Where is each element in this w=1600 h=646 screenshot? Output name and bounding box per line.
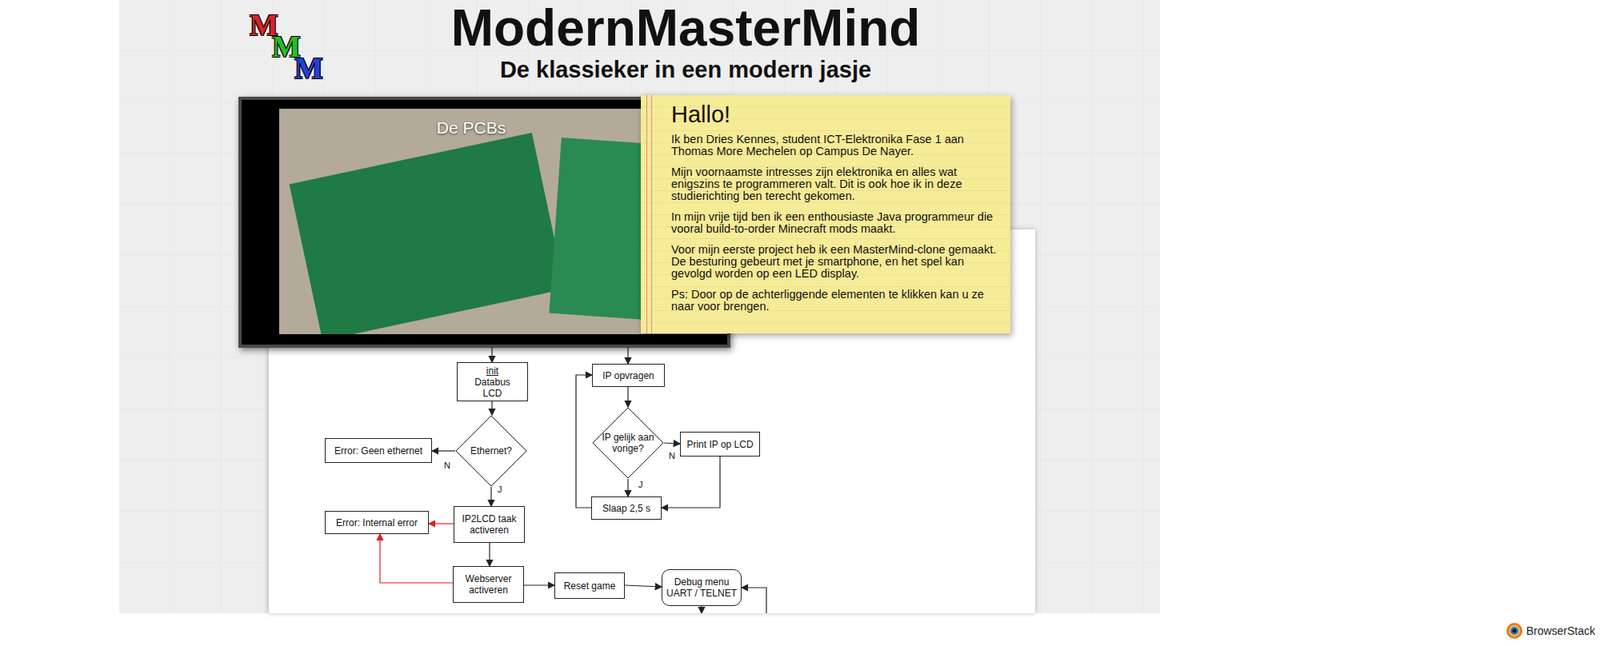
node-text: vorige?	[612, 443, 644, 455]
node-text: Ethernet?	[470, 445, 512, 457]
process-node: Webserveractiveren	[452, 566, 524, 604]
node-text: Error: Internal error	[336, 517, 418, 529]
node-text: IP2LCD taak	[461, 513, 516, 525]
branch-label: N	[668, 452, 676, 461]
node-text: activeren	[469, 524, 509, 536]
site-subtitle: De klassieker in een modern jasje	[500, 56, 872, 84]
node-text: Databus	[474, 376, 511, 388]
node-text: Webserver	[465, 573, 512, 585]
photo-caption: De PCBs	[436, 115, 506, 141]
process-node: initDatabusLCD	[456, 362, 528, 402]
node-text: Reset game	[564, 580, 616, 592]
branch-label: J	[497, 485, 503, 495]
browserstack-text: BrowserStack	[1526, 623, 1596, 640]
note-paragraph: Ps: Door op de achterliggende elementen …	[671, 288, 1000, 313]
process-node: Error: Geen ethernet	[324, 438, 432, 464]
page: MMM ModernMasterMindDe klassieker in een …	[0, 0, 1600, 646]
note-title: Hallo!	[671, 100, 1000, 129]
process-node: IP2LCD taakactiveren	[453, 506, 525, 544]
node-text: IP gelijk aan	[601, 432, 654, 444]
node-text: LCD	[482, 388, 502, 400]
note-paragraph: In mijn vrije tijd ben ik een enthousias…	[671, 211, 1000, 236]
browserstack-badge: BrowserStack	[1505, 622, 1596, 640]
logo-letter: M	[294, 52, 324, 84]
node-text: activeren	[468, 584, 508, 596]
process-node: IP opvragen	[592, 364, 665, 388]
branch-label: J	[638, 480, 644, 490]
node-text: UART / TELNET	[666, 588, 737, 600]
logo: MMM	[249, 9, 330, 90]
node-text: IP opvragen	[602, 370, 655, 382]
margin-line	[646, 95, 648, 334]
process-node: Error: Internal error	[324, 511, 429, 535]
node-text: init	[486, 365, 499, 377]
site-title: ModernMasterMind	[451, 0, 921, 56]
note-paragraph: Ik ben Dries Kennes, student ICT-Elektro…	[671, 133, 1000, 158]
schematic-background: MMM ModernMasterMindDe klassieker in een …	[119, 0, 1160, 614]
caption-row: De PCBs	[279, 115, 664, 141]
header: ModernMasterMindDe klassieker in een mod…	[405, 0, 966, 84]
intro-note[interactable]: Hallo! Ik ben Dries Kennes, student ICT-E…	[640, 95, 1011, 334]
margin-line	[651, 95, 652, 334]
node-text: Error: Geen ethernet	[334, 445, 423, 457]
process-node: Slaap 2,5 s	[591, 496, 662, 520]
branch-label: N	[444, 461, 451, 471]
browserstack-logo-icon	[1505, 622, 1524, 640]
pcb-stack-large	[289, 132, 566, 335]
note-body: Ik ben Dries Kennes, student ICT-Elektro…	[671, 133, 1000, 313]
process-node: Debug menuUART / TELNET	[661, 569, 742, 607]
node-text: Slaap 2,5 s	[602, 503, 651, 515]
note-paragraph: Voor mijn eerste project heb ik een Mast…	[671, 244, 1000, 280]
process-node: Reset game	[554, 572, 625, 600]
process-node: Print IP op LCD	[680, 432, 760, 457]
node-text: Debug menu	[674, 576, 730, 588]
decision-node: IP gelijk aanvorige?	[592, 407, 664, 480]
node-text: Print IP op LCD	[686, 439, 753, 451]
note-paragraph: Mijn voornaamste intresses zijn elektron…	[671, 166, 1000, 203]
decision-node: Ethernet?	[455, 415, 528, 488]
